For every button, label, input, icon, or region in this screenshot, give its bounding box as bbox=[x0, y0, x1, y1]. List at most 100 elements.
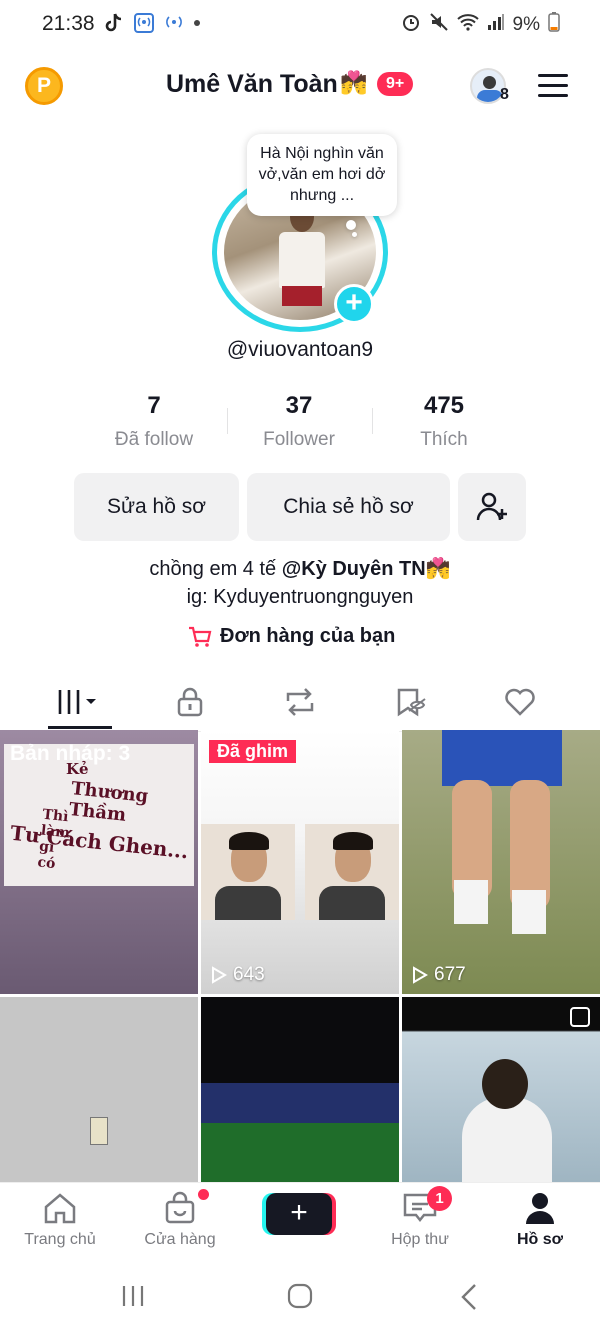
note-tail-small bbox=[352, 232, 357, 237]
wifi-icon bbox=[456, 13, 479, 37]
stat-followers[interactable]: 37 Follower bbox=[229, 392, 369, 451]
nav-shop[interactable]: Cửa hàng bbox=[120, 1191, 240, 1249]
thumb-player-shirt bbox=[462, 1097, 552, 1182]
bookmark-eye-icon bbox=[397, 688, 426, 717]
bio-mention-link[interactable]: @Kỳ Duyên TN bbox=[282, 558, 426, 580]
stat-likes-label: Thích bbox=[420, 429, 468, 450]
drafts-label: Bản nháp: 3 bbox=[10, 742, 131, 765]
status-notification-icons bbox=[104, 13, 200, 33]
profile-stats: 7 Đã follow 37 Follower 475 Thích bbox=[0, 392, 600, 462]
play-count-value: 677 bbox=[434, 964, 466, 985]
stat-following-label: Đã follow bbox=[114, 429, 194, 450]
heart-icon bbox=[505, 688, 535, 716]
wifi-calling-icon bbox=[164, 13, 184, 33]
video-tile[interactable] bbox=[402, 997, 600, 1182]
nav-home-label: Trang chủ bbox=[24, 1231, 96, 1248]
video-tile[interactable] bbox=[201, 997, 399, 1182]
couple-emoji: 💏 bbox=[340, 70, 368, 95]
profile-display-name[interactable]: Umê Văn Toàn bbox=[166, 70, 338, 99]
lock-icon bbox=[177, 687, 203, 717]
your-orders-link[interactable]: Đơn hàng của bạn bbox=[188, 625, 395, 648]
tiktok-notification-icon bbox=[104, 13, 124, 33]
play-icon bbox=[212, 966, 227, 984]
add-story-button[interactable]: + bbox=[334, 284, 374, 324]
coins-icon[interactable]: P bbox=[25, 67, 63, 105]
bottom-navigation: Trang chủ Cửa hàng + Hộp thư 1 Hồ sơ bbox=[0, 1182, 600, 1256]
play-icon bbox=[413, 966, 428, 984]
stat-followers-value: 37 bbox=[285, 392, 313, 419]
thumb-field bbox=[201, 1123, 399, 1182]
thumb-shorts bbox=[442, 730, 562, 786]
stat-divider bbox=[372, 408, 373, 434]
hamburger-menu-icon[interactable] bbox=[538, 74, 568, 98]
nav-profile[interactable]: Hồ sơ bbox=[480, 1191, 600, 1249]
tab-favorites[interactable] bbox=[370, 680, 450, 724]
stat-likes-value: 475 bbox=[423, 392, 465, 419]
battery-icon bbox=[548, 12, 560, 38]
thumb-object bbox=[90, 1117, 108, 1145]
your-orders-label: Đơn hàng của bạn bbox=[220, 625, 396, 647]
nav-home[interactable]: Trang chủ bbox=[0, 1191, 120, 1249]
back-icon[interactable] bbox=[460, 1283, 478, 1311]
profile-note-bubble[interactable]: Hà Nội nghìn văn vở,văn em hơi dở nhưng … bbox=[247, 134, 397, 216]
profile-header: P Umê Văn Toàn 💏 9+ 8 bbox=[0, 60, 600, 116]
add-friend-button[interactable] bbox=[458, 473, 526, 541]
recent-apps-icon[interactable] bbox=[120, 1284, 146, 1308]
nav-inbox-label: Hộp thư bbox=[391, 1231, 449, 1248]
create-video-button[interactable]: + bbox=[266, 1193, 332, 1235]
hotspot-icon bbox=[134, 13, 154, 33]
video-tile[interactable]: 677 bbox=[402, 730, 600, 994]
nav-shop-label: Cửa hàng bbox=[144, 1231, 216, 1248]
alarm-icon bbox=[401, 12, 421, 38]
pinned-thumb-photo bbox=[201, 824, 295, 920]
multiple-photos-icon bbox=[570, 1007, 590, 1027]
tab-private[interactable] bbox=[150, 680, 230, 724]
stat-followers-label: Follower bbox=[263, 429, 335, 450]
shopping-bag-icon bbox=[165, 1191, 195, 1224]
nav-inbox[interactable]: Hộp thư bbox=[360, 1191, 480, 1249]
system-navigation-bar bbox=[0, 1256, 600, 1333]
tab-liked[interactable] bbox=[480, 680, 560, 724]
status-time: 21:38 bbox=[42, 12, 95, 35]
account-count: 8 bbox=[500, 86, 509, 103]
stat-following[interactable]: 7 Đã follow bbox=[84, 392, 224, 451]
stat-divider bbox=[227, 408, 228, 434]
video-tile-drafts[interactable]: Kẻ Thương Thầm Thì làm gì có Tư Cách Ghe… bbox=[0, 730, 198, 994]
thumb-sock bbox=[512, 890, 546, 934]
bio-instagram: ig: Kyduyentruongnguyen bbox=[186, 586, 414, 608]
bio-line: chồng em 4 tế @Kỳ Duyên TN💏 bbox=[0, 556, 600, 581]
add-friend-icon bbox=[476, 492, 507, 521]
battery-percent: 9% bbox=[512, 14, 540, 35]
share-profile-button[interactable]: Chia sẻ hồ sơ bbox=[247, 473, 450, 541]
pinned-badge: Đã ghim bbox=[209, 740, 297, 763]
video-tile-pinned[interactable]: Đã ghim 643 bbox=[201, 730, 399, 994]
status-bar: 21:38 9% bbox=[0, 0, 600, 50]
active-tab-indicator bbox=[48, 726, 112, 729]
more-notifications-dot bbox=[194, 20, 200, 26]
thumb-player-head bbox=[482, 1059, 528, 1109]
profile-icon bbox=[526, 1193, 554, 1224]
play-count: 677 bbox=[412, 964, 466, 986]
shop-notification-dot bbox=[198, 1189, 209, 1200]
nav-profile-label: Hồ sơ bbox=[516, 1231, 564, 1248]
thumb-sock bbox=[454, 880, 488, 924]
play-count: 643 bbox=[211, 964, 265, 986]
repost-icon bbox=[286, 688, 314, 716]
cart-icon bbox=[189, 626, 212, 647]
videos-grid-icon bbox=[58, 690, 96, 714]
note-tail bbox=[346, 220, 356, 230]
play-count-value: 643 bbox=[233, 964, 265, 985]
pinned-thumb-photo bbox=[305, 824, 399, 920]
stat-likes[interactable]: 475 Thích bbox=[374, 392, 514, 451]
notification-badge[interactable]: 9+ bbox=[377, 72, 414, 96]
mute-icon bbox=[429, 12, 449, 38]
thumb-stands bbox=[201, 1083, 399, 1123]
tab-reposts[interactable] bbox=[260, 680, 340, 724]
edit-profile-button[interactable]: Sửa hồ sơ bbox=[74, 473, 239, 541]
video-tile[interactable] bbox=[0, 997, 198, 1182]
home-button-icon[interactable] bbox=[287, 1283, 313, 1309]
tab-videos[interactable] bbox=[40, 680, 120, 724]
bio-text: chồng em 4 tế bbox=[149, 558, 282, 580]
signal-icon bbox=[487, 13, 505, 37]
inbox-badge: 1 bbox=[427, 1186, 452, 1211]
